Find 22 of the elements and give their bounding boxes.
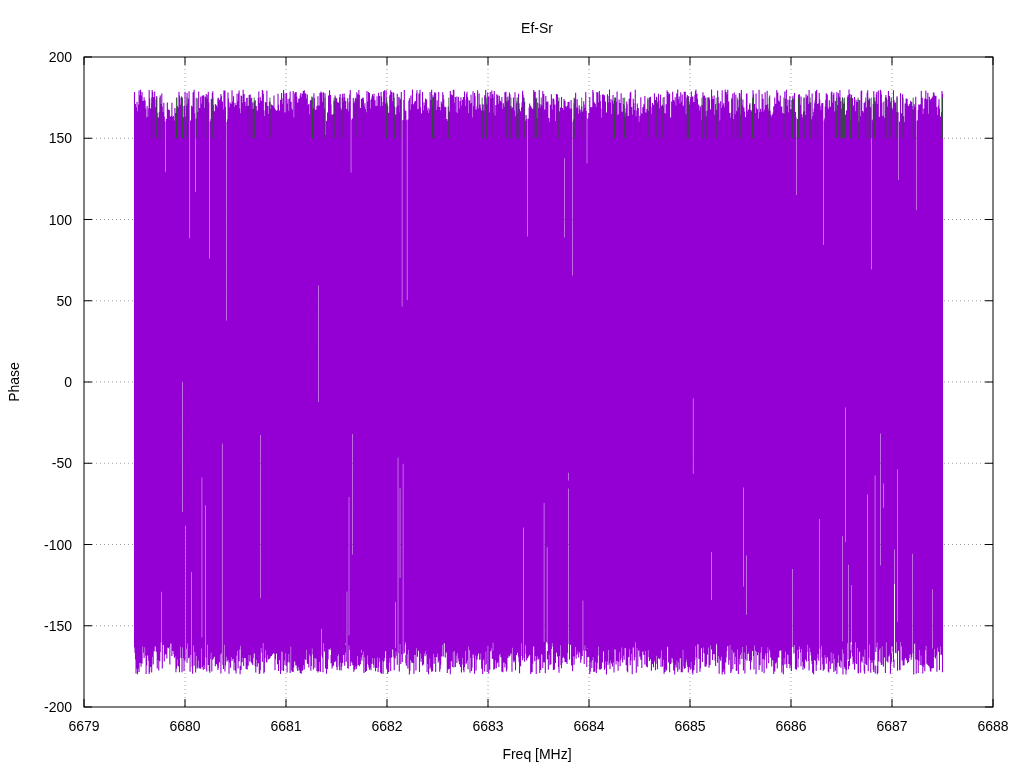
y-tick-label: 150 xyxy=(48,130,72,147)
chart-title: Ef-Sr xyxy=(521,20,553,36)
x-axis-label: Freq [MHz] xyxy=(502,746,572,762)
y-tick-label: -200 xyxy=(43,699,72,715)
y-tick-label: -50 xyxy=(51,455,72,472)
x-tick-label: 6685 xyxy=(674,718,706,734)
y-tick-label: -150 xyxy=(43,617,72,634)
y-tick-label: 0 xyxy=(64,374,72,390)
x-tick-label: 6684 xyxy=(573,718,605,734)
x-tick-label: 6688 xyxy=(977,718,1009,734)
y-tick-label: -100 xyxy=(43,536,72,553)
x-tick-label: 6686 xyxy=(775,718,807,734)
y-tick-label: 50 xyxy=(56,292,72,309)
x-tick-label: 6682 xyxy=(371,718,403,734)
x-tick-label: 6679 xyxy=(68,718,100,734)
y-tick-label: 100 xyxy=(48,211,72,228)
x-tick-label: 6680 xyxy=(169,718,201,734)
x-tick-label: 6683 xyxy=(472,718,504,734)
y-tick-label: 200 xyxy=(48,49,72,65)
y-axis-label: Phase xyxy=(6,362,22,402)
x-tick-label: 6681 xyxy=(270,718,302,734)
x-tick-label: 6687 xyxy=(876,718,908,734)
